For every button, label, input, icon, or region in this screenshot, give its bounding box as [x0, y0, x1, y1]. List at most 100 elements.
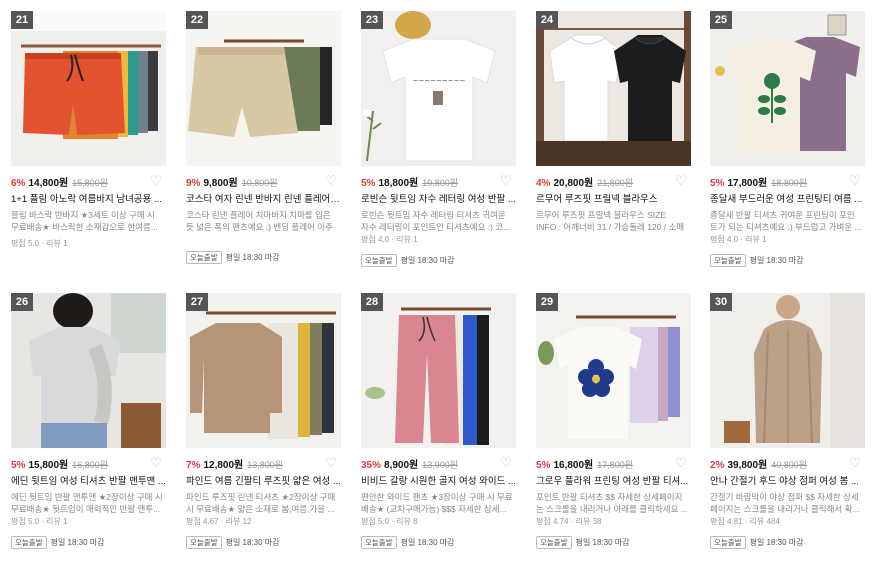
- product-description: 로빈슨 뒷트임 자수 레터링 티셔츠 귀여운 자수 레터링이 포인트인 티셔츠예…: [361, 210, 511, 232]
- model-back-tee-illustration: [11, 293, 166, 448]
- heart-icon[interactable]: ♡: [324, 455, 338, 469]
- product-card[interactable]: 27 7% 12,800원 13,800원 ♡ 파인드 여름 긴팔티 루즈핏 얇은 …: [186, 293, 342, 563]
- rating-review: 평점 4.81 · 리뷰 484: [710, 517, 780, 526]
- sale-price: 20,800원: [553, 178, 594, 189]
- product-image[interactable]: 27: [186, 293, 341, 448]
- product-title[interactable]: 로빈슨 뒷트임 자수 레터링 여성 반팔 ...: [361, 191, 517, 205]
- same-day-badge: 오늘출발: [536, 536, 572, 549]
- heart-icon[interactable]: ♡: [149, 455, 163, 469]
- product-card[interactable]: 22 9% 9,800원 10,800원 ♡ 코스타 여자 린넨 반바지 린넨 플레…: [186, 11, 342, 281]
- product-description: 포인트 반팔 티셔츠 $$ 자세한 상세페이지는 스크롤을 내리거나 아래를 클…: [536, 492, 688, 514]
- product-description: 에딘 뒷트임 반팔 맨투맨 ★2장이상 구매 시 무료배송★ 뒷트임이 매력적인…: [11, 492, 163, 514]
- product-card[interactable]: 26 5% 15,800원 16,800원 ♡ 에딘 뒷트임 여성 티셔츠 반팔 맨…: [11, 293, 167, 563]
- original-price: 17,800원: [597, 460, 634, 470]
- delivery-info: 오늘출발 평일 18:30 마감: [710, 254, 804, 267]
- same-day-badge: 오늘출발: [186, 536, 222, 549]
- rank-badge: 21: [11, 11, 33, 29]
- original-price: 40,800원: [771, 460, 808, 470]
- original-price: 19,800원: [422, 178, 459, 188]
- delivery-cutoff: 평일 18:30 마감: [749, 538, 804, 547]
- price-row: 5% 17,800원 18,800원: [710, 174, 807, 189]
- product-image[interactable]: 29: [536, 293, 691, 448]
- product-title[interactable]: 1+1 플림 아노락 여름바지 남녀공용 ...: [11, 191, 167, 205]
- delivery-cutoff: 평일 18:30 마감: [749, 256, 804, 265]
- delivery-info: 오늘출발 평일 18:30 마감: [710, 536, 804, 549]
- product-title[interactable]: 안나 간절기 후드 야상 점퍼 여성 봄 ...: [710, 473, 866, 487]
- product-title[interactable]: 그로우 플라워 프린팅 여성 반팔 티셔...: [536, 473, 692, 487]
- product-image[interactable]: 28: [361, 293, 516, 448]
- product-image[interactable]: 25: [710, 11, 865, 166]
- product-card[interactable]: 29 5% 16,800원 17,800원 ♡ 그로우 플라워 프린팅 여성 반팔 …: [536, 293, 692, 563]
- product-image[interactable]: 30: [710, 293, 865, 448]
- discount-rate: 35%: [361, 460, 382, 471]
- delivery-info: 오늘출발 평일 18:30 마감: [536, 536, 630, 549]
- printed-tee-illustration: [710, 11, 865, 166]
- product-title[interactable]: 종달새 부드러운 여성 프린팅티 여름 ...: [710, 191, 866, 205]
- product-card[interactable]: ~~~~~~~~~ 23 5% 18,800원 19,800원 ♡ 로빈슨 뒷트임 …: [361, 11, 517, 281]
- product-description: 르무어 루즈핏 프릴넥 블라우스 SIZE INFO : 어깨너비 31 / 가…: [536, 210, 685, 232]
- price-row: 35% 8,900원 13,900원: [361, 456, 458, 471]
- product-title[interactable]: 르무어 루즈핏 프릴넥 블라우스: [536, 191, 692, 205]
- product-image[interactable]: 24: [536, 11, 691, 166]
- rank-badge: 28: [361, 293, 383, 311]
- heart-icon[interactable]: ♡: [499, 455, 513, 469]
- product-title[interactable]: 파인드 여름 긴팔티 루즈핏 얇은 여성 ...: [186, 473, 342, 487]
- product-card[interactable]: 21 6% 14,800원 15,800원 ♡ 1+1 플림 아노락 여름바지 남녀…: [11, 11, 167, 281]
- price-row: 9% 9,800원 10,800원: [186, 174, 278, 189]
- sale-price: 39,800원: [727, 460, 768, 471]
- product-card[interactable]: 24 4% 20,800원 21,800원 ♡ 르무어 루즈핏 프릴넥 블라우스 르…: [536, 11, 692, 281]
- heart-icon[interactable]: ♡: [149, 173, 163, 187]
- delivery-info: 오늘출발 평일 18:30 마감: [361, 536, 455, 549]
- rank-badge: 25: [710, 11, 732, 29]
- product-grid: 21 6% 14,800원 15,800원 ♡ 1+1 플림 아노락 여름바지 남녀…: [0, 0, 873, 580]
- original-price: 15,800원: [72, 178, 109, 188]
- price-row: 6% 14,800원 15,800원: [11, 174, 108, 189]
- discount-rate: 5%: [361, 178, 376, 189]
- delivery-cutoff: 평일 18:30 마감: [50, 538, 105, 547]
- delivery-info: 오늘출발 평일 18:30 마감: [361, 254, 455, 267]
- product-title[interactable]: 비비드 갈랑 시원한 골지 여성 와이드 ...: [361, 473, 517, 487]
- wide-pants-illustration: [361, 293, 516, 448]
- product-card[interactable]: 28 35% 8,900원 13,900원 ♡ 비비드 갈랑 시원한 골지 여성 와…: [361, 293, 517, 563]
- white-tee-illustration: ~~~~~~~~~: [361, 11, 516, 166]
- discount-rate: 5%: [11, 460, 26, 471]
- same-day-badge: 오늘출발: [361, 536, 397, 549]
- product-title[interactable]: 코스타 여자 린넨 반바지 린넨 플레어 치마...: [186, 191, 342, 205]
- product-card[interactable]: 25 5% 17,800원 18,800원 ♡ 종달새 부드러운 여성 프린팅티 여…: [710, 11, 866, 281]
- original-price: 21,800원: [597, 178, 634, 188]
- price-row: 7% 12,800원 13,800원: [186, 456, 283, 471]
- same-day-badge: 오늘출발: [361, 254, 397, 267]
- heart-icon[interactable]: ♡: [324, 173, 338, 187]
- product-image[interactable]: 26: [11, 293, 166, 448]
- product-card[interactable]: 30 2% 39,800원 40,800원 ♡ 안나 간절기 후드 야상 점퍼 여성…: [710, 293, 866, 563]
- flower-tee-illustration: [536, 293, 691, 448]
- product-title[interactable]: 에딘 뒷트임 여성 티셔츠 반팔 맨투맨 ...: [11, 473, 167, 487]
- rank-badge: 27: [186, 293, 208, 311]
- heart-icon[interactable]: ♡: [499, 173, 513, 187]
- product-image[interactable]: 21: [11, 11, 166, 166]
- sale-price: 15,800원: [28, 460, 69, 471]
- product-image[interactable]: 22: [186, 11, 341, 166]
- discount-rate: 4%: [536, 178, 551, 189]
- discount-rate: 5%: [710, 178, 725, 189]
- blouse-illustration: [536, 11, 691, 166]
- heart-icon[interactable]: ♡: [674, 173, 688, 187]
- original-price: 16,800원: [72, 460, 109, 470]
- same-day-badge: 오늘출발: [11, 536, 47, 549]
- rank-badge: 30: [710, 293, 732, 311]
- delivery-cutoff: 평일 18:30 마감: [400, 256, 455, 265]
- rating-review: 평점 5.0 · 리뷰 1: [11, 239, 68, 248]
- rating-review: 평점 4.0 · 리뷰 1: [361, 235, 418, 244]
- heart-icon[interactable]: ♡: [848, 455, 862, 469]
- price-row: 5% 16,800원 17,800원: [536, 456, 633, 471]
- product-image[interactable]: ~~~~~~~~~ 23: [361, 11, 516, 166]
- discount-rate: 9%: [186, 178, 201, 189]
- product-description: 파인드 루즈핏 린넨 티셔츠 ★2장이상 구매 시 무료배송★ 얇은 소재로 봄…: [186, 492, 336, 514]
- heart-icon[interactable]: ♡: [848, 173, 862, 187]
- delivery-cutoff: 평일 18:30 마감: [225, 253, 280, 262]
- product-description: 코스타 린넨 플레어 치마바지 치마를 입은 듯 넓은 폭의 팬츠예요 :) 밴…: [186, 210, 333, 232]
- delivery-info: 오늘출발 평일 18:30 마감: [186, 251, 280, 264]
- discount-rate: 2%: [710, 460, 725, 471]
- product-description: 간절기 바람막이 야상 점퍼 $$ 자세한 상세페이지는 스크롤을 내리거나 클…: [710, 492, 860, 514]
- heart-icon[interactable]: ♡: [674, 455, 688, 469]
